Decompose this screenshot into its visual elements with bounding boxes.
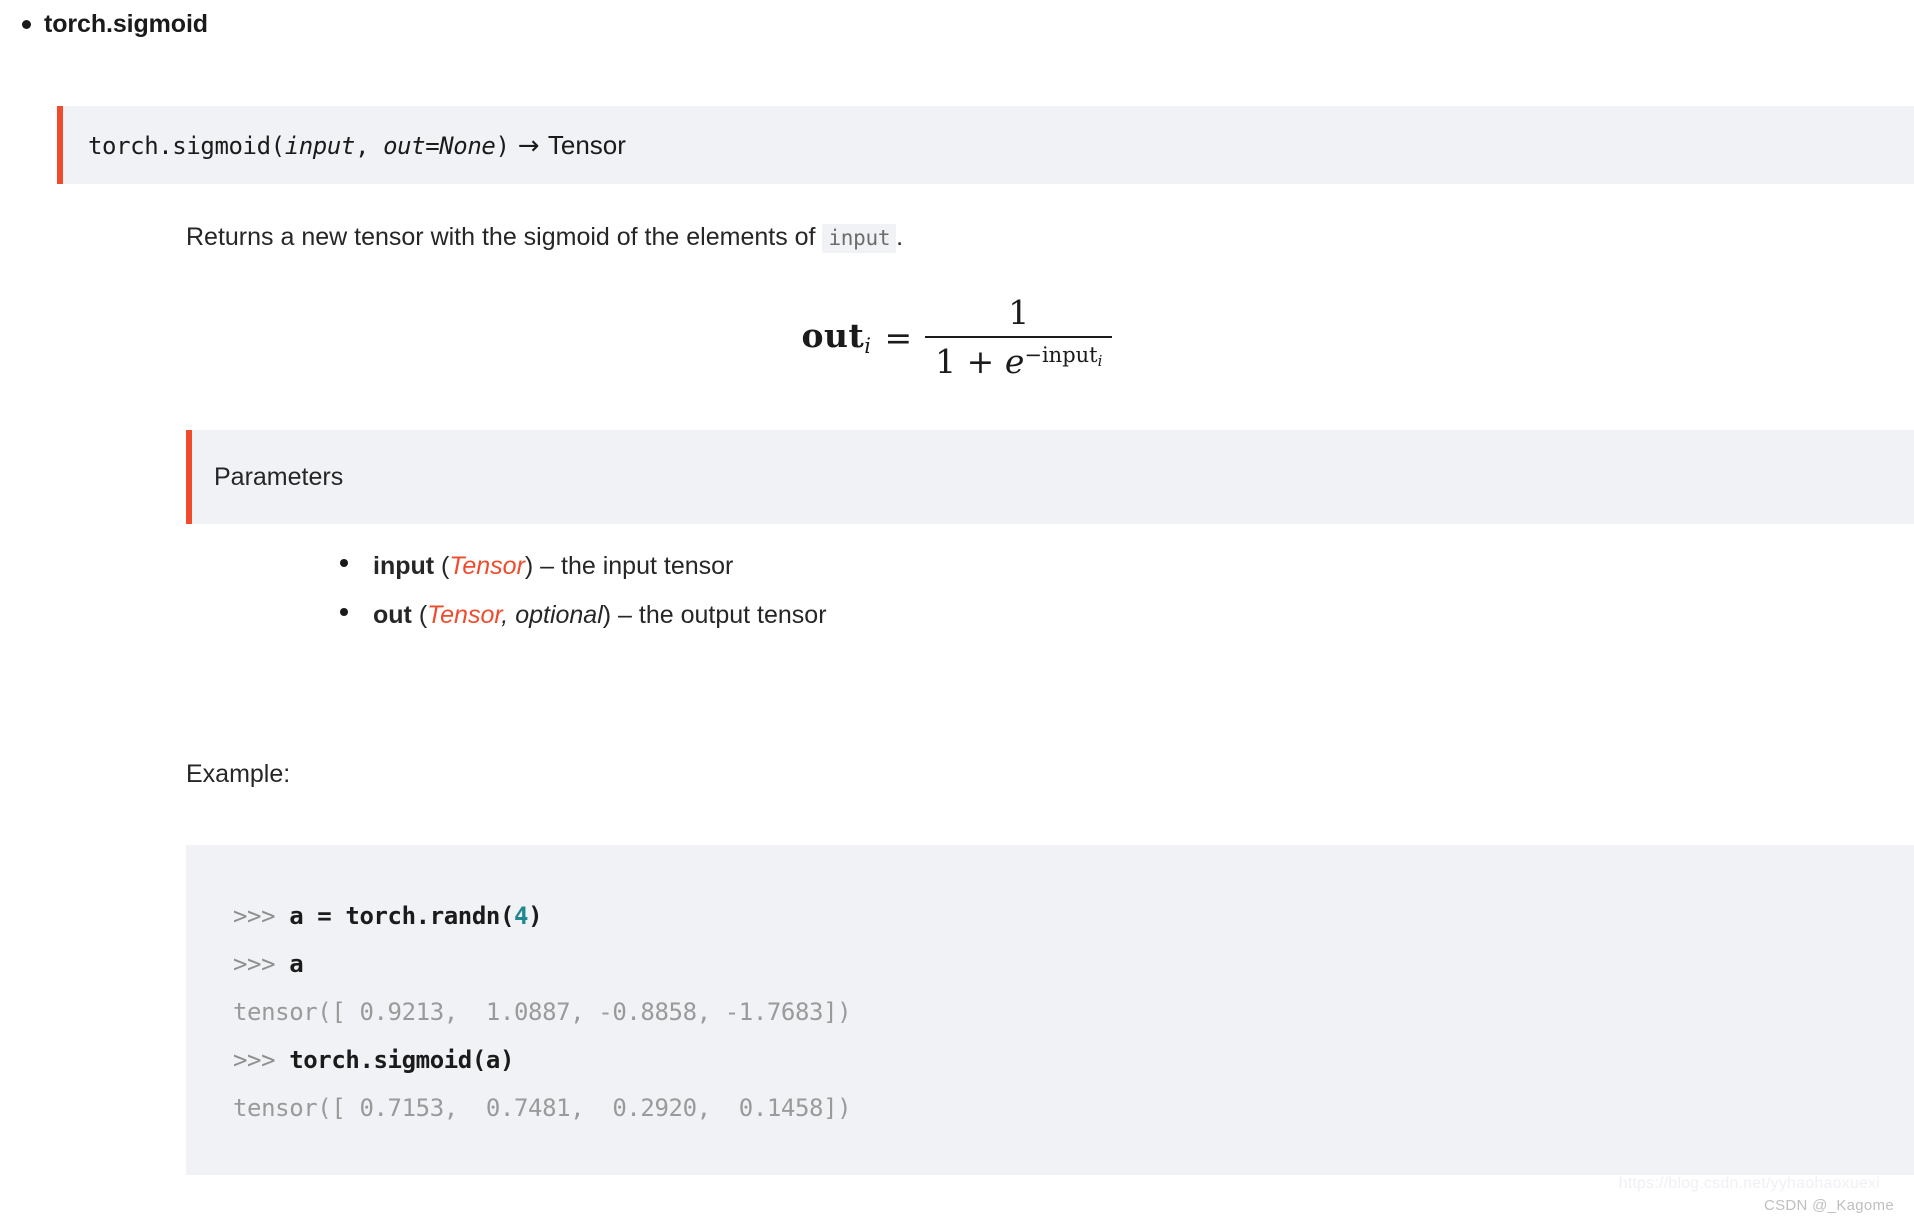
code-output: tensor([ 0.7153, 0.7481, 0.2920, 0.1458]…: [233, 1094, 852, 1122]
parameter-type: Tensor: [449, 552, 525, 580]
bullet-marker-icon: [340, 608, 348, 616]
description-text-after: .: [896, 223, 904, 251]
parameter-optional: , optional: [501, 601, 603, 629]
code-text: a: [289, 950, 304, 978]
signature-arrow-icon: →: [509, 130, 548, 161]
code-prompt: >>>: [233, 902, 290, 930]
code-text-tail: ): [528, 902, 543, 930]
code-text: torch.sigmoid(a): [289, 1046, 514, 1074]
parameter-close-paren: ): [524, 552, 534, 580]
signature-arg-out: out=None: [383, 131, 496, 160]
parameters-block: Parameters: [186, 430, 1914, 524]
list-item: out (Tensor, optional) – the output tens…: [340, 601, 1640, 650]
signature-function-name: torch.sigmoid(: [88, 131, 285, 160]
formula-fraction: 1 1 + e−inputi: [925, 293, 1113, 381]
inline-code-input: input: [822, 224, 897, 253]
code-prompt: >>>: [233, 950, 290, 978]
function-description: Returns a new tensor with the sigmoid of…: [186, 220, 903, 255]
bullet-marker-icon: [340, 559, 348, 567]
code-output: tensor([ 0.9213, 1.0887, -0.8858, -1.768…: [233, 998, 852, 1026]
code-prompt: >>>: [233, 1046, 290, 1074]
signature-return-type: Tensor: [547, 129, 626, 160]
code-number-literal: 4: [514, 902, 529, 930]
signature-arg-input: input: [284, 131, 356, 160]
page-title: torch.sigmoid: [44, 9, 208, 38]
bullet-marker-icon: [22, 19, 31, 29]
formula-equals: =: [884, 317, 913, 357]
math-formula: outi = 1 1 + e−inputi: [0, 296, 1914, 378]
formula-den-e: e: [1004, 342, 1025, 381]
example-code-block: >>> a = torch.randn(4) >>> a tensor([ 0.…: [186, 845, 1914, 1175]
parameter-open-paren: (: [411, 601, 428, 629]
formula-den-one: 1: [935, 342, 957, 381]
parameter-type: Tensor: [427, 601, 502, 629]
code-line: tensor([ 0.9213, 1.0887, -0.8858, -1.768…: [233, 988, 1914, 1036]
formula-den-exp-subscript: i: [1097, 352, 1103, 370]
code-text: a = torch.randn(: [289, 902, 514, 930]
parameters-title: Parameters: [214, 462, 344, 491]
parameter-close-paren: ): [602, 601, 612, 629]
formula-den-exp-minus: −: [1024, 343, 1042, 367]
list-item: input (Tensor) – the input tensor: [340, 552, 1640, 601]
example-label: Example:: [186, 760, 291, 788]
code-line: >>> torch.sigmoid(a): [233, 1036, 1914, 1084]
parameter-name: input: [373, 552, 435, 580]
code-line: >>> a = torch.randn(4): [233, 892, 1914, 940]
function-signature: torch.sigmoid(input, out=None) → Tensor: [88, 132, 626, 159]
formula-lhs-subscript: i: [864, 334, 872, 358]
parameter-entry: out (Tensor, optional) – the output tens…: [373, 601, 827, 630]
watermark-username: CSDN @_Kagome: [1763, 1197, 1894, 1214]
signature-close-paren: ): [495, 131, 510, 160]
parameter-list: input (Tensor) – the input tensor out (T…: [340, 552, 1640, 650]
description-text-before: Returns a new tensor with the sigmoid of…: [186, 223, 823, 251]
page-heading-bullet: torch.sigmoid: [0, 0, 1914, 48]
parameter-open-paren: (: [434, 552, 450, 580]
parameter-name: out: [373, 601, 412, 629]
formula-den-plus: +: [966, 342, 995, 381]
formula-lhs: outi: [802, 316, 872, 358]
formula-den-exp-text: input: [1041, 343, 1098, 367]
signature-comma: ,: [354, 131, 384, 160]
function-signature-block: torch.sigmoid(input, out=None) → Tensor: [57, 106, 1914, 184]
parameter-entry: input (Tensor) – the input tensor: [373, 552, 733, 581]
parameter-dash: –: [611, 601, 639, 629]
parameter-dash: –: [533, 552, 562, 580]
watermark-url: https://blog.csdn.net/yyhaohaoxuexi: [1618, 1175, 1880, 1192]
code-line: >>> a: [233, 940, 1914, 988]
formula-den-exponent: −inputi: [1024, 345, 1102, 369]
code-line: tensor([ 0.7153, 0.7481, 0.2920, 0.1458]…: [233, 1084, 1914, 1132]
parameter-description: the output tensor: [638, 601, 827, 629]
formula-lhs-text: out: [801, 316, 865, 355]
formula-numerator: 1: [1008, 293, 1030, 332]
formula-denominator: 1 + e−inputi: [925, 338, 1112, 381]
parameter-description: the input tensor: [561, 552, 734, 580]
